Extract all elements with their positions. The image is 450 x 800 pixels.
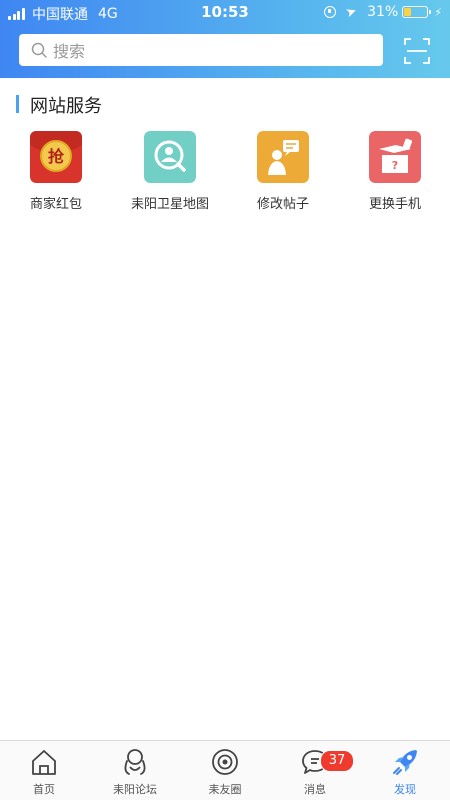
rotation-lock-icon	[324, 6, 337, 18]
status-bar: 中国联通 4G 10:53 ➤ 31% ⚡	[0, 0, 450, 26]
friends-circle-icon	[212, 749, 238, 775]
bottom-tab-bar: 首页 耒阳论坛 耒友圈 37 消息 发现	[0, 740, 450, 800]
service-red-packet[interactable]: 抢 商家红包	[1, 131, 111, 212]
red-packet-glyph: 抢	[48, 147, 65, 166]
tab-discover[interactable]: 发现	[370, 747, 440, 797]
red-packet-icon: 抢	[30, 131, 82, 183]
service-label: 更换手机	[368, 197, 421, 212]
search-icon	[31, 42, 47, 58]
svg-text:?: ?	[392, 159, 398, 172]
service-label: 商家红包	[29, 197, 82, 212]
tab-label: 发现	[394, 783, 416, 796]
battery-icon	[402, 6, 432, 18]
search-input[interactable]: 搜索	[19, 34, 383, 66]
service-satellite-map[interactable]: 耒阳卫星地图	[115, 131, 225, 212]
service-label: 修改帖子	[256, 197, 309, 212]
unread-badge: 37	[320, 750, 354, 772]
battery-percent: 31%	[367, 4, 399, 20]
tab-friends-circle[interactable]: 耒友圈	[190, 747, 260, 797]
service-edit-post[interactable]: 修改帖子	[228, 131, 338, 212]
status-right: ➤ 31% ⚡	[324, 3, 442, 21]
search-placeholder: 搜索	[53, 42, 86, 61]
forum-icon	[124, 749, 146, 775]
section-title: 网站服务	[30, 96, 102, 117]
service-label: 耒阳卫星地图	[130, 197, 209, 212]
header-bar: 中国联通 4G 10:53 ➤ 31% ⚡ 搜索	[0, 0, 450, 78]
tab-forum[interactable]: 耒阳论坛	[100, 747, 170, 797]
service-change-phone[interactable]: ? 更换手机	[340, 131, 450, 212]
battery-fill	[404, 8, 412, 16]
charging-icon: ⚡	[434, 5, 442, 19]
change-phone-icon: ?	[369, 131, 421, 183]
discover-icon	[393, 750, 417, 775]
tab-messages[interactable]: 37 消息	[280, 747, 354, 797]
tab-label: 消息	[304, 783, 326, 796]
section-accent-bar	[16, 95, 19, 113]
home-icon	[32, 750, 56, 775]
edit-post-icon	[257, 131, 309, 183]
tab-label: 耒阳论坛	[113, 783, 157, 796]
tab-home[interactable]: 首页	[9, 747, 79, 797]
map-search-icon	[144, 131, 196, 183]
tab-label: 首页	[33, 783, 55, 796]
scan-icon[interactable]	[403, 37, 431, 65]
location-arrow-icon: ➤	[343, 3, 360, 21]
main-content: 网站服务 抢 商家红包 耒阳卫星地图 修改帖子 ? 更换手机	[0, 78, 450, 740]
tab-label: 耒友圈	[208, 783, 242, 796]
